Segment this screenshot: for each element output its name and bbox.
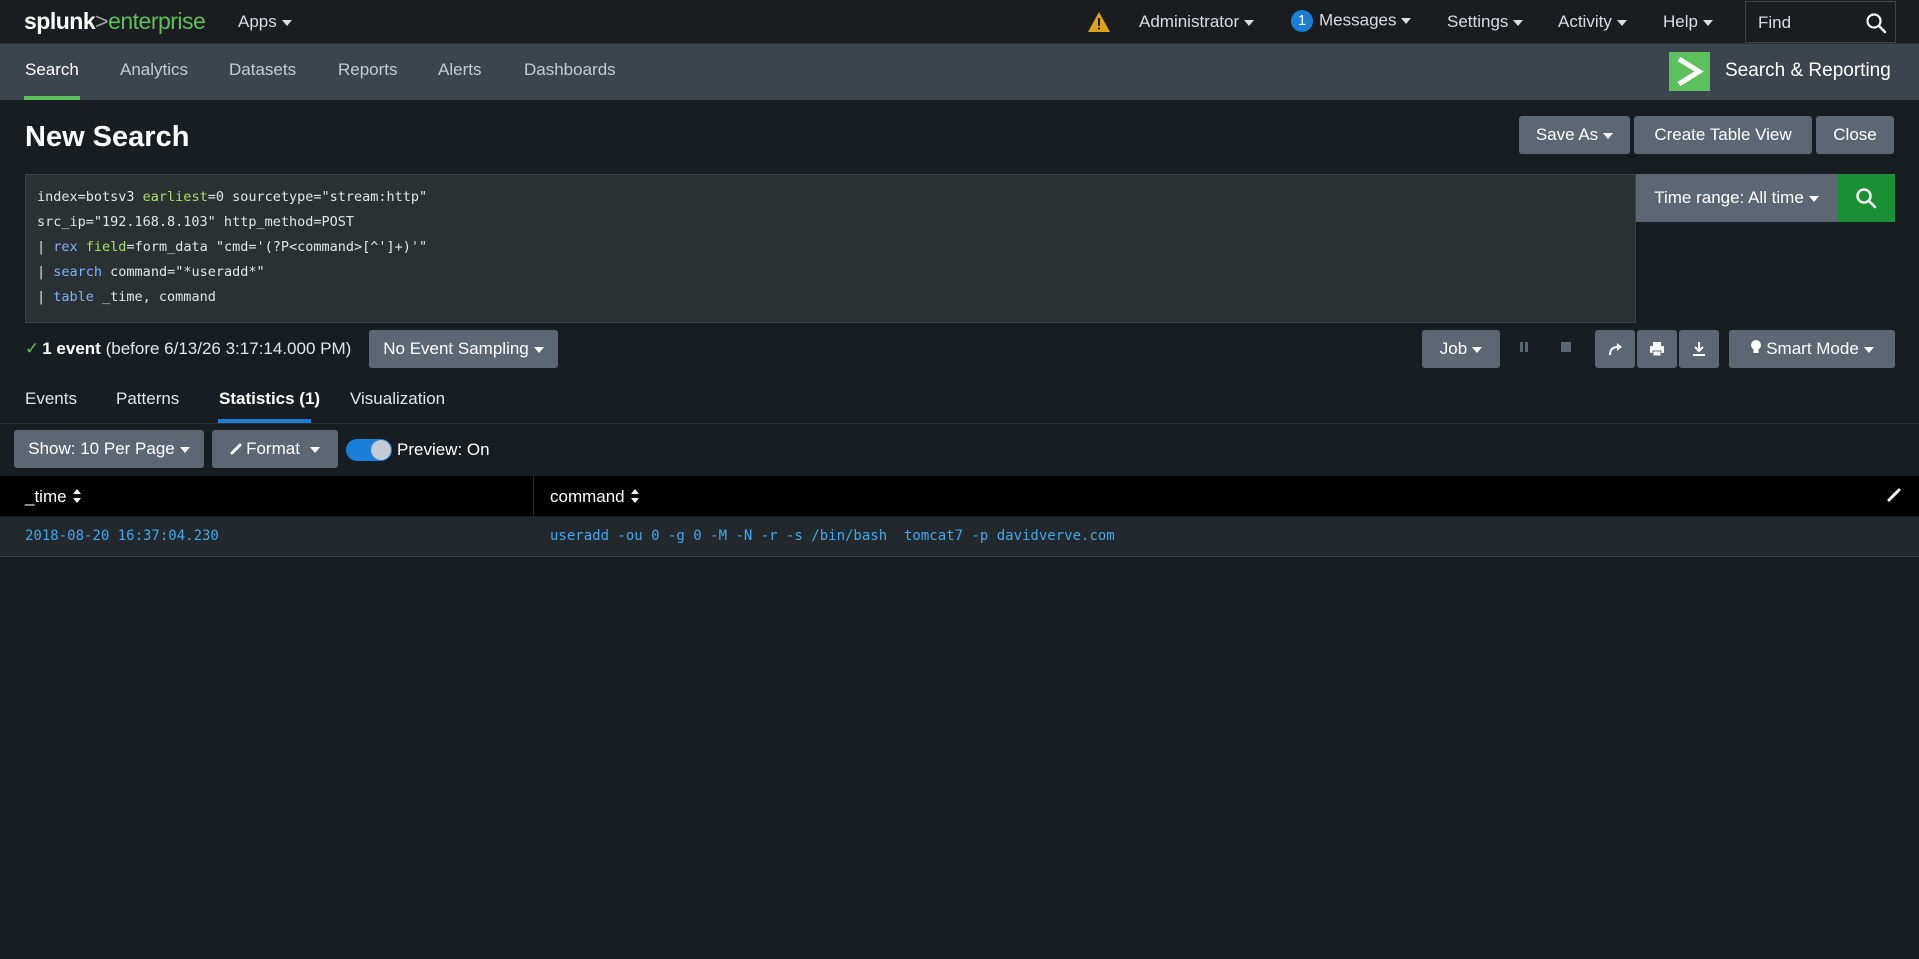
active-tab-indicator: [24, 96, 80, 100]
help-menu[interactable]: Help: [1663, 12, 1713, 32]
per-page-dropdown[interactable]: Show: 10 Per Page: [14, 430, 204, 468]
administrator-menu[interactable]: Administrator: [1139, 12, 1255, 32]
time-range-label: Time range: All time: [1654, 188, 1804, 207]
search-query-editor[interactable]: index=botsv3 earliest=0 sourcetype="stre…: [25, 174, 1636, 323]
search-icon[interactable]: [1865, 12, 1887, 39]
chevron-down-icon: [1616, 19, 1627, 26]
toggle-knob: [371, 440, 391, 460]
column-header-command[interactable]: command: [550, 487, 639, 508]
query-line: | search command="*useradd*": [37, 264, 265, 280]
job-status: ✓ 1 event (before 6/13/26 3:17:14.000 PM): [25, 339, 351, 359]
chevron-down-icon: [1513, 19, 1524, 26]
stop-icon[interactable]: [1558, 339, 1574, 355]
paintbrush-icon: [230, 431, 242, 469]
activity-label: Activity: [1558, 12, 1612, 31]
job-label: Job: [1439, 339, 1468, 358]
divider: [0, 423, 1919, 424]
event-time-detail: (before 6/13/26 3:17:14.000 PM): [105, 339, 352, 358]
messages-menu[interactable]: 1 Messages: [1291, 10, 1412, 32]
sort-icon: [72, 488, 81, 508]
job-menu[interactable]: Job: [1422, 330, 1500, 368]
run-search-button[interactable]: [1837, 174, 1895, 222]
help-label: Help: [1663, 12, 1698, 31]
chevron-down-icon: [1244, 19, 1255, 26]
find-label: Find: [1758, 13, 1792, 32]
search-icon: [1856, 188, 1877, 209]
tab-visualization[interactable]: Visualization: [350, 389, 445, 409]
event-count: 1 event: [42, 339, 101, 358]
create-table-view-button[interactable]: Create Table View: [1634, 116, 1812, 154]
print-button[interactable]: [1637, 330, 1677, 368]
format-dropdown[interactable]: Format: [212, 430, 338, 468]
page-title: New Search: [25, 121, 190, 153]
event-sampling-dropdown[interactable]: No Event Sampling: [369, 330, 558, 368]
tab-alerts[interactable]: Alerts: [438, 60, 481, 80]
search-mode-dropdown[interactable]: Smart Mode: [1729, 330, 1895, 368]
column-header-time[interactable]: _time: [25, 487, 81, 508]
download-icon: [1693, 342, 1705, 356]
format-label: Format: [246, 439, 300, 458]
print-icon: [1650, 342, 1664, 357]
tab-analytics[interactable]: Analytics: [120, 60, 188, 80]
close-button[interactable]: Close: [1816, 116, 1894, 154]
chevron-down-icon: [1702, 19, 1713, 26]
sort-icon: [630, 488, 639, 508]
table-row[interactable]: 2018-08-20 16:37:04.230 useradd -ou 0 -g…: [0, 517, 1919, 557]
cell-command[interactable]: useradd -ou 0 -g 0 -M -N -r -s /bin/bash…: [550, 528, 1115, 544]
share-icon: [1609, 343, 1622, 356]
chevron-down-icon: [1401, 18, 1412, 24]
settings-menu[interactable]: Settings: [1447, 12, 1524, 32]
messages-label: Messages: [1319, 10, 1397, 30]
query-line: index=botsv3 earliest=0 sourcetype="stre…: [37, 189, 428, 205]
query-line: src_ip="192.168.8.103" http_method=POST: [37, 214, 354, 230]
chevron-down-icon: [179, 446, 190, 453]
administrator-label: Administrator: [1139, 12, 1240, 31]
warning-icon[interactable]: [1087, 11, 1111, 38]
export-button[interactable]: [1679, 330, 1719, 368]
chevron-down-icon: [281, 19, 292, 26]
tab-statistics[interactable]: Statistics (1): [219, 389, 320, 409]
save-as-label: Save As: [1535, 125, 1599, 144]
event-sampling-label: No Event Sampling: [383, 339, 529, 358]
search-mode-label: Smart Mode: [1766, 339, 1859, 358]
apps-label: Apps: [238, 12, 277, 31]
settings-label: Settings: [1447, 12, 1509, 31]
preview-toggle[interactable]: [346, 439, 392, 461]
preview-label: Preview: On: [397, 440, 490, 459]
checkmark-icon: ✓: [25, 339, 40, 358]
tab-dashboards[interactable]: Dashboards: [524, 60, 616, 80]
edit-column-icon[interactable]: [1887, 488, 1901, 507]
cell-time[interactable]: 2018-08-20 16:37:04.230: [25, 528, 219, 544]
splunk-logo[interactable]: splunk>enterprise: [24, 8, 206, 35]
pause-icon[interactable]: [1516, 339, 1532, 355]
query-line: | table _time, command: [37, 289, 216, 305]
column-divider: [533, 476, 534, 516]
tab-patterns[interactable]: Patterns: [116, 389, 179, 409]
lightbulb-icon: [1750, 331, 1762, 369]
tab-reports[interactable]: Reports: [338, 60, 398, 80]
chevron-down-icon: [1808, 195, 1819, 202]
query-line: | rex field=form_data "cmd='(?P<command>…: [37, 239, 428, 255]
app-title: Search & Reporting: [1725, 60, 1891, 81]
apps-menu[interactable]: Apps: [238, 12, 292, 32]
table-header: _time command: [0, 476, 1919, 516]
find-input[interactable]: Find: [1745, 1, 1896, 43]
activity-menu[interactable]: Activity: [1558, 12, 1627, 32]
messages-count-badge: 1: [1291, 10, 1313, 32]
save-as-button[interactable]: Save As: [1519, 116, 1630, 154]
top-bar: splunk>enterprise Apps Administrator 1 Me…: [0, 0, 1919, 44]
tab-datasets[interactable]: Datasets: [229, 60, 296, 80]
chevron-down-icon: [1863, 346, 1874, 353]
chevron-down-icon: [1472, 346, 1483, 353]
time-range-picker[interactable]: Time range: All time: [1636, 174, 1837, 222]
tab-search[interactable]: Search: [25, 60, 79, 80]
share-button[interactable]: [1595, 330, 1635, 368]
per-page-label: Show: 10 Per Page: [28, 439, 175, 458]
chevron-down-icon: [533, 346, 544, 353]
chevron-down-icon: [1603, 132, 1614, 139]
chevron-down-icon: [309, 446, 320, 453]
app-logo-icon: [1669, 52, 1710, 91]
tab-events[interactable]: Events: [25, 389, 77, 409]
